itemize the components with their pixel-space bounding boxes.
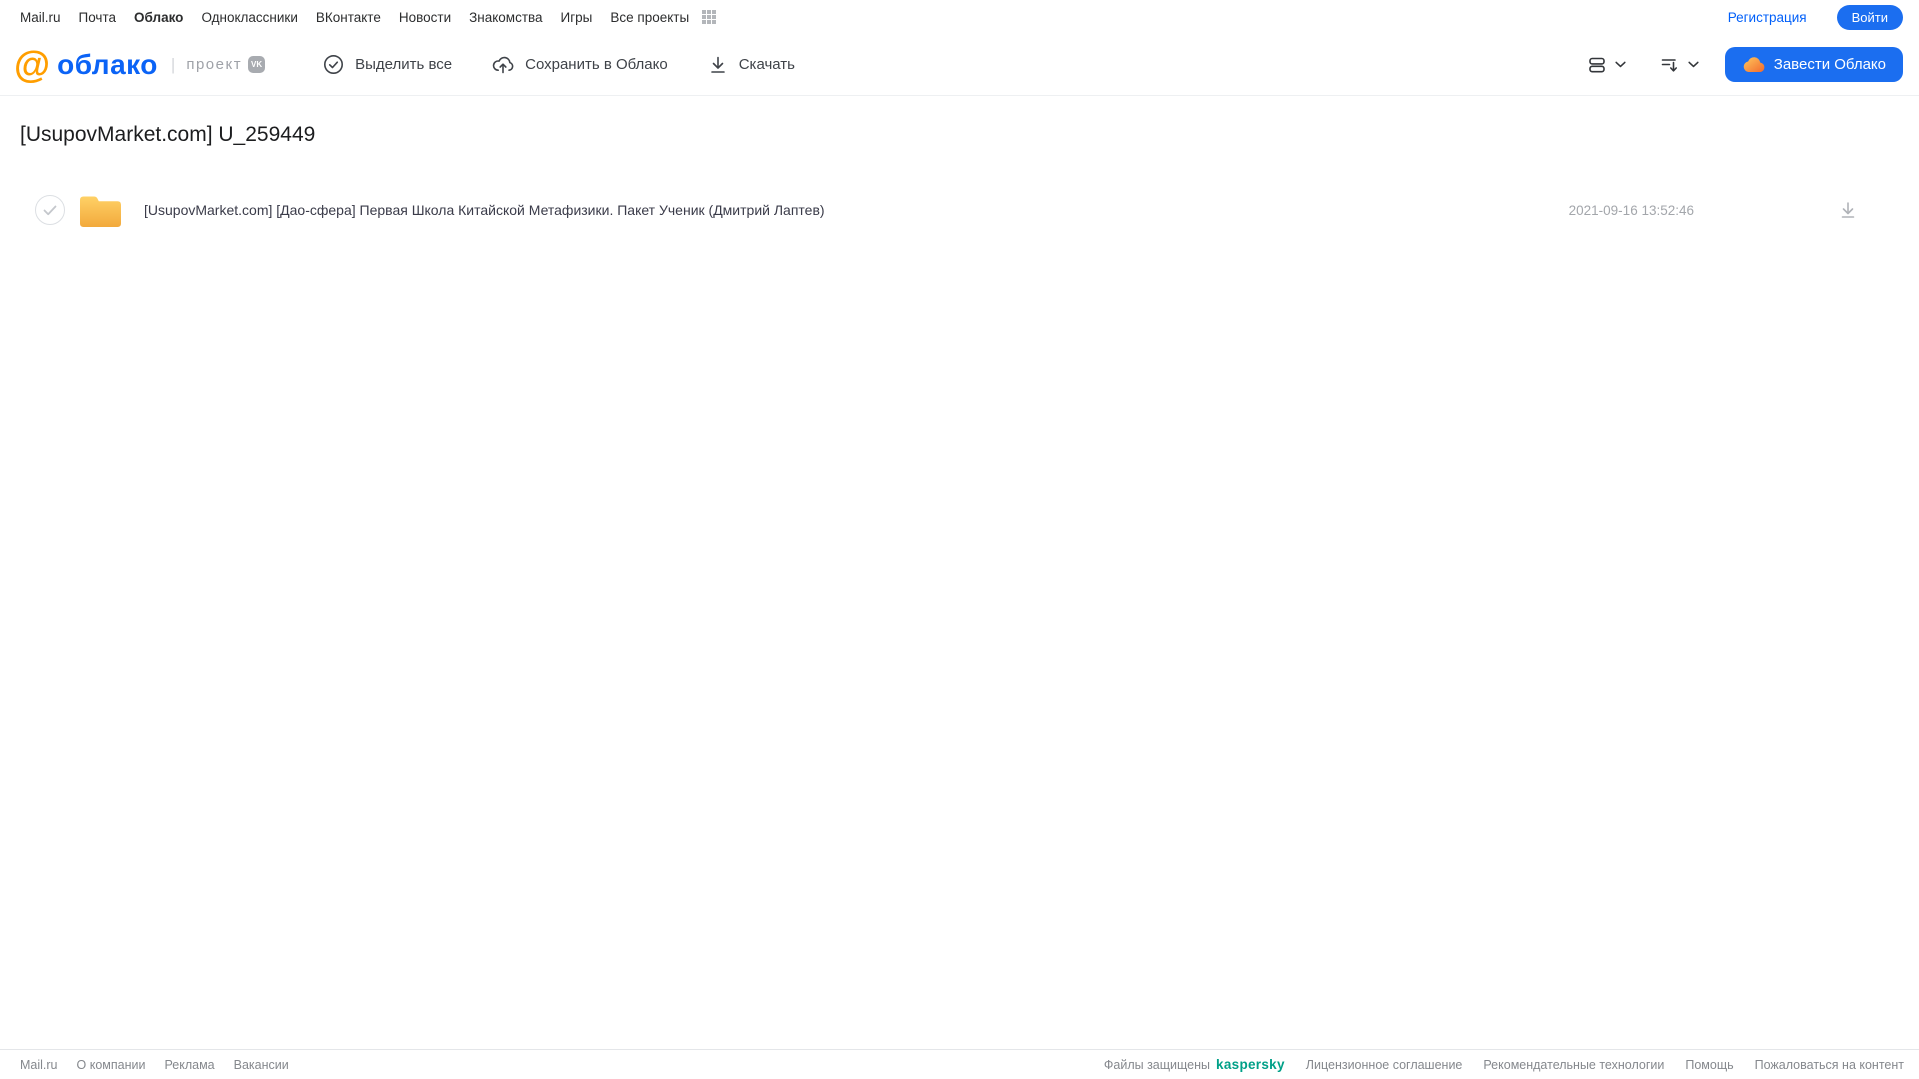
get-cloud-button[interactable]: Завести Облако: [1724, 47, 1903, 82]
footer-report-link[interactable]: Пожаловаться на контент: [1755, 1058, 1904, 1072]
file-name-link[interactable]: [UsupovMarket.com] [Дао-сфера] Первая Шк…: [144, 202, 1569, 218]
nav-dating[interactable]: Знакомства: [469, 10, 542, 25]
file-download-icon: [1841, 202, 1855, 218]
select-all-label: Выделить все: [355, 56, 453, 73]
download-label: Скачать: [738, 56, 795, 73]
mailru-at-icon: @: [14, 44, 51, 85]
nav-news[interactable]: Новости: [399, 10, 451, 25]
save-to-cloud-button[interactable]: Сохранить в Облако: [492, 54, 668, 75]
file-download-button[interactable]: [1836, 198, 1860, 222]
save-to-cloud-label: Сохранить в Облако: [525, 56, 668, 73]
nav-vkontakte[interactable]: ВКонтакте: [316, 10, 381, 25]
footer-right-links: Файлы защищены kaspersky Лицензионное со…: [1104, 1057, 1904, 1072]
kaspersky-protected: Файлы защищены kaspersky: [1104, 1057, 1285, 1072]
chevron-down-icon: [1688, 61, 1699, 68]
project-label: проект: [186, 56, 243, 73]
logo-word: облако: [57, 48, 158, 80]
cloud-upload-icon: [492, 54, 514, 75]
get-cloud-label: Завести Облако: [1773, 56, 1886, 73]
vk-badge-icon: VK: [248, 56, 266, 73]
footer-ads-link[interactable]: Реклама: [164, 1058, 214, 1072]
grid-dots-icon[interactable]: [701, 9, 717, 25]
nav-mail[interactable]: Почта: [79, 10, 117, 25]
footer-help-link[interactable]: Помощь: [1685, 1058, 1733, 1072]
footer-left-links: Mail.ru О компании Реклама Вакансии: [20, 1058, 289, 1072]
file-row[interactable]: [UsupovMarket.com] [Дао-сфера] Первая Шк…: [20, 187, 1899, 233]
main-content: [UsupovMarket.com] U_259449 [UsupovMarke…: [0, 123, 1919, 233]
registration-link[interactable]: Регистрация: [1728, 10, 1807, 25]
file-date: 2021-09-16 13:52:46: [1568, 202, 1694, 218]
cloud-logo[interactable]: @ облако | проект VK: [14, 44, 266, 85]
nav-odnoklassniki[interactable]: Одноклассники: [201, 10, 297, 25]
login-button[interactable]: Войти: [1836, 4, 1903, 30]
check-icon: [43, 205, 57, 215]
protected-label: Файлы защищены: [1103, 1057, 1211, 1072]
footer: Mail.ru О компании Реклама Вакансии Файл…: [0, 1049, 1919, 1079]
cloud-toolbar: @ облако | проект VK Выделить все Сохран…: [0, 34, 1919, 96]
download-icon: [708, 55, 728, 75]
footer-mailru-link[interactable]: Mail.ru: [20, 1058, 58, 1072]
download-button[interactable]: Скачать: [708, 55, 795, 75]
logo-divider: |: [170, 54, 176, 74]
nav-cloud[interactable]: Облако: [134, 10, 183, 25]
page-title: [UsupovMarket.com] U_259449: [20, 123, 316, 146]
cloud-orange-icon: [1742, 56, 1765, 73]
chevron-down-icon: [1615, 61, 1626, 68]
toolbar-right-controls: Завести Облако: [1583, 47, 1903, 82]
portal-nav: Mail.ru Почта Облако Одноклассники ВКонт…: [0, 0, 1919, 34]
sort-dropdown[interactable]: [1656, 51, 1703, 79]
select-all-button[interactable]: Выделить все: [323, 54, 452, 75]
folder-icon: [78, 193, 123, 228]
view-mode-icon: [1588, 57, 1605, 73]
kaspersky-logo[interactable]: kaspersky: [1216, 1057, 1285, 1072]
sort-icon: [1661, 58, 1677, 72]
footer-about-link[interactable]: О компании: [77, 1058, 146, 1072]
nav-mailru[interactable]: Mail.ru: [20, 10, 61, 25]
nav-all-projects[interactable]: Все проекты: [610, 10, 689, 25]
footer-jobs-link[interactable]: Вакансии: [234, 1058, 289, 1072]
file-checkbox[interactable]: [35, 195, 65, 225]
nav-games[interactable]: Игры: [561, 10, 593, 25]
toolbar-actions: Выделить все Сохранить в Облако Скачать: [323, 54, 795, 75]
footer-recommendations-link[interactable]: Рекомендательные технологии: [1483, 1058, 1664, 1072]
footer-license-link[interactable]: Лицензионное соглашение: [1306, 1058, 1463, 1072]
view-mode-dropdown[interactable]: [1583, 51, 1630, 79]
check-circle-icon: [323, 54, 344, 75]
